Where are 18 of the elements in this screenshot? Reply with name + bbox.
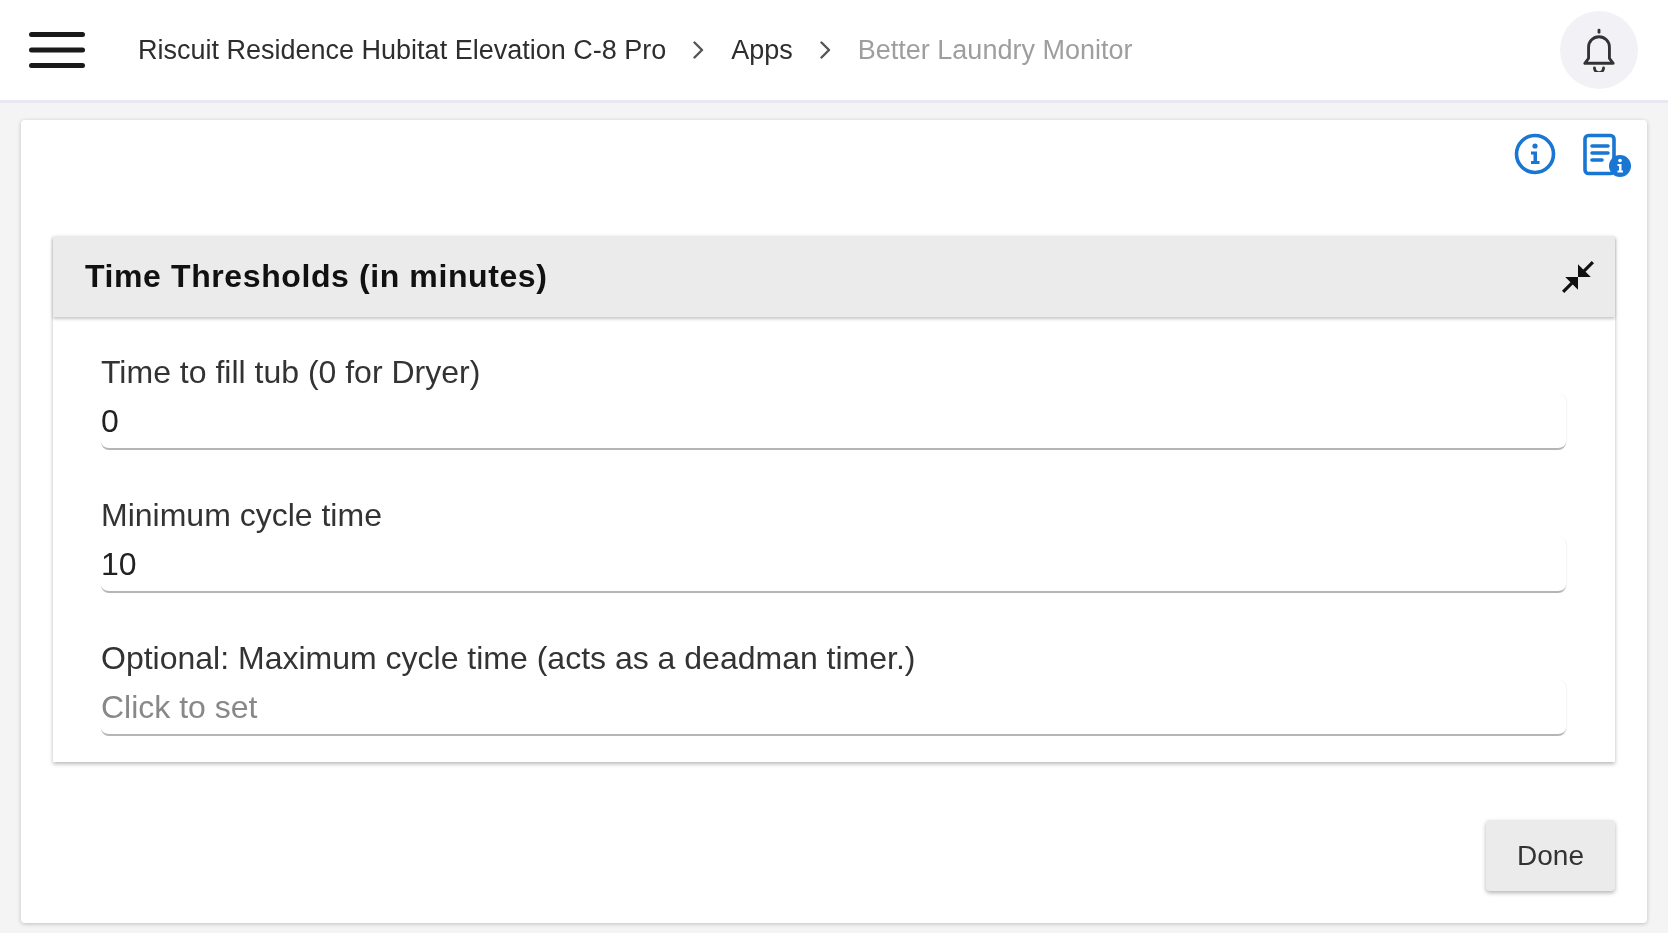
breadcrumb-link[interactable]: Apps xyxy=(731,33,793,67)
document-info-icon[interactable] xyxy=(1582,133,1632,179)
field-label: Optional: Maximum cycle time (acts as a deadman timer.) xyxy=(101,640,917,676)
field-label: Time to fill tub (0 for Dryer) xyxy=(101,354,482,390)
menu-icon[interactable] xyxy=(29,32,85,68)
done-button[interactable]: Done xyxy=(1486,820,1615,891)
collapse-icon[interactable] xyxy=(1562,260,1594,293)
input-field[interactable]: 0 xyxy=(101,394,1566,450)
input-field[interactable]: 10 xyxy=(101,537,1566,593)
info-icon[interactable] xyxy=(1514,133,1556,175)
breadcrumb-current: Better Laundry Monitor xyxy=(857,34,1133,67)
chevron-right-icon xyxy=(693,41,705,59)
breadcrumb-link[interactable]: Riscuit Residence Hubitat Elevation C-8 Pro xyxy=(138,33,667,67)
section-header[interactable]: Time Thresholds (in minutes) xyxy=(53,236,1615,317)
field-label: Minimum cycle time xyxy=(101,497,383,533)
section-title: Time Thresholds (in minutes) xyxy=(85,258,548,295)
chevron-right-icon xyxy=(819,41,831,59)
input-field[interactable]: Click to set xyxy=(101,680,1566,736)
